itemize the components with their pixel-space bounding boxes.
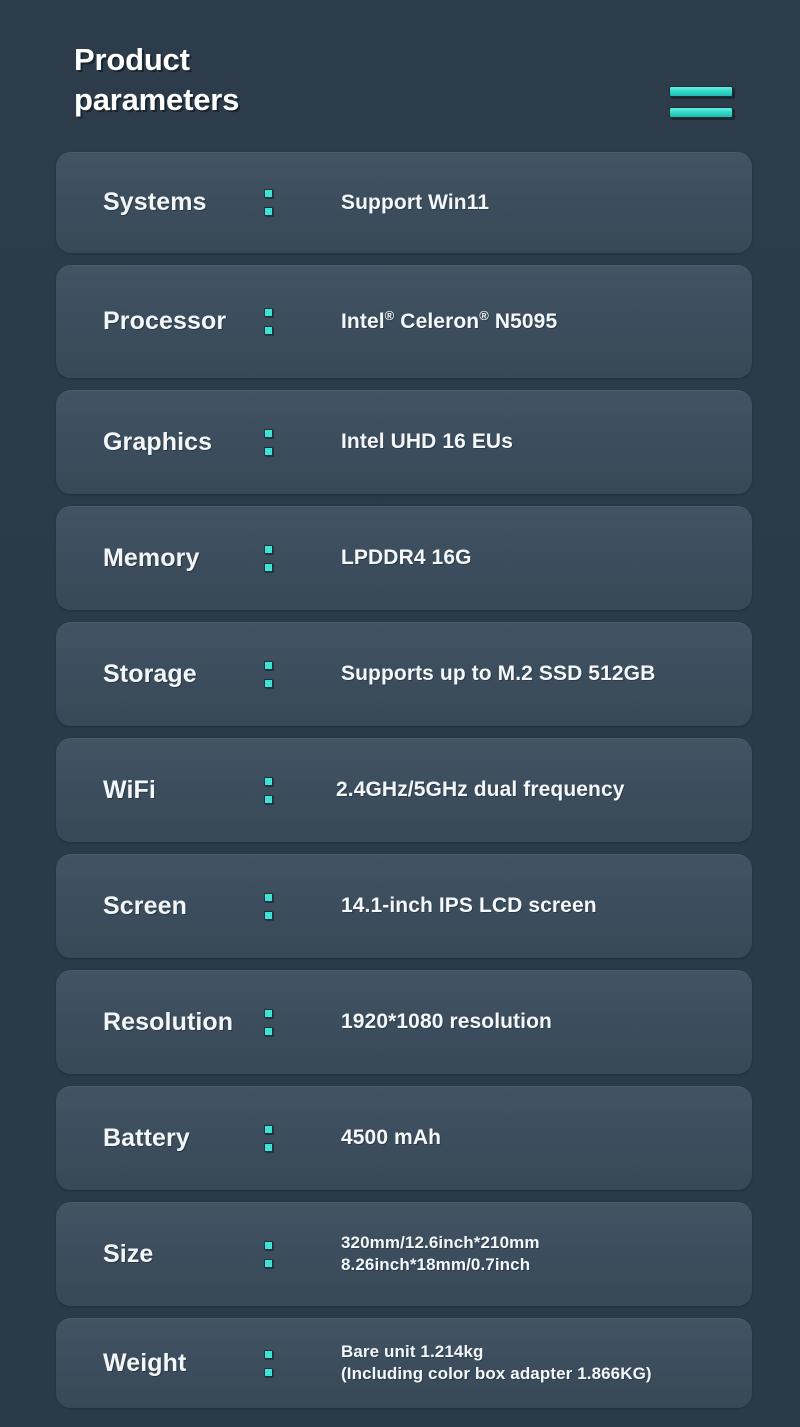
- colon-separator-icon: [264, 660, 273, 688]
- parameter-row: Graphics Intel UHD 16 EUs: [56, 390, 752, 494]
- parameter-value: Intel® Celeron® N5095: [341, 307, 558, 333]
- parameter-value: 320mm/12.6inch*210mm 8.26inch*18mm/0.7in…: [341, 1232, 540, 1274]
- parameter-value: 4500 mAh: [341, 1126, 442, 1150]
- parameter-label: Screen: [103, 891, 187, 920]
- colon-separator-icon: [264, 544, 273, 572]
- colon-dot-bottom: [264, 910, 273, 920]
- parameter-label: Graphics: [103, 427, 213, 456]
- parameter-row: WiFi 2.4GHz/5GHz dual frequency: [56, 738, 752, 842]
- colon-dot-bottom: [264, 207, 273, 216]
- colon-dot-bottom: [264, 1026, 273, 1036]
- colon-dot-bottom: [264, 1367, 273, 1377]
- parameter-row: Storage Supports up to M.2 SSD 512GB: [56, 622, 752, 726]
- parameter-label: Systems: [103, 188, 207, 216]
- parameter-label: Weight: [103, 1348, 187, 1377]
- colon-dot-bottom: [264, 562, 273, 572]
- parameter-label: Memory: [103, 543, 200, 572]
- parameter-value: 14.1-inch IPS LCD screen: [341, 894, 597, 918]
- colon-dot-bottom: [264, 326, 273, 335]
- parameter-row: Systems Support Win11: [56, 152, 752, 253]
- colon-dot-bottom: [264, 794, 273, 804]
- parameter-row: Resolution 1920*1080 resolution: [56, 970, 752, 1074]
- parameter-row: Memory LPDDR4 16G: [56, 506, 752, 610]
- parameter-label: Size: [103, 1239, 154, 1268]
- hamburger-menu-icon[interactable]: [669, 86, 733, 118]
- parameter-label: WiFi: [103, 775, 156, 804]
- colon-dot-bottom: [264, 1258, 273, 1268]
- colon-dot-top: [264, 1240, 273, 1250]
- colon-separator-icon: [264, 892, 273, 920]
- parameter-value: Support Win11: [341, 190, 490, 214]
- parameter-row: Battery 4500 mAh: [56, 1086, 752, 1190]
- colon-separator-icon: [264, 189, 273, 216]
- colon-dot-bottom: [264, 446, 273, 456]
- parameter-value: 2.4GHz/5GHz dual frequency: [336, 778, 625, 802]
- colon-dot-top: [264, 1349, 273, 1359]
- parameter-value: Supports up to M.2 SSD 512GB: [341, 662, 656, 686]
- colon-separator-icon: [264, 428, 273, 456]
- colon-dot-top: [264, 428, 273, 438]
- colon-separator-icon: [264, 776, 273, 804]
- colon-dot-bottom: [264, 1142, 273, 1152]
- parameter-label: Processor: [103, 307, 227, 335]
- colon-dot-top: [264, 544, 273, 554]
- parameter-value: Intel UHD 16 EUs: [341, 430, 513, 454]
- colon-dot-top: [264, 660, 273, 670]
- colon-separator-icon: [264, 1240, 273, 1268]
- parameter-list: Systems Support Win11 Processor Intel® Cele…: [56, 152, 752, 1420]
- parameter-row: Processor Intel® Celeron® N5095: [56, 265, 752, 378]
- colon-dot-bottom: [264, 678, 273, 688]
- colon-dot-top: [264, 892, 273, 902]
- product-parameters-page: Product parameters Systems Support Win11 P…: [0, 0, 800, 1427]
- colon-separator-icon: [264, 1008, 273, 1036]
- page-title: Product parameters: [74, 42, 240, 118]
- menu-bar-top: [669, 86, 733, 97]
- parameter-row: Screen 14.1-inch IPS LCD screen: [56, 854, 752, 958]
- colon-dot-top: [264, 308, 273, 317]
- colon-dot-top: [264, 1124, 273, 1134]
- parameter-row: Weight Bare unit 1.214kg (Including color…: [56, 1318, 752, 1408]
- colon-dot-top: [264, 776, 273, 786]
- page-header: Product parameters: [0, 0, 800, 150]
- colon-dot-top: [264, 189, 273, 198]
- colon-separator-icon: [264, 1124, 273, 1152]
- colon-dot-top: [264, 1008, 273, 1018]
- parameter-label: Resolution: [103, 1007, 234, 1036]
- parameter-value: Bare unit 1.214kg (Including color box a…: [341, 1341, 652, 1383]
- colon-separator-icon: [264, 308, 273, 335]
- parameter-value: 1920*1080 resolution: [341, 1010, 552, 1034]
- menu-bar-bottom: [669, 107, 733, 118]
- colon-separator-icon: [264, 1349, 273, 1377]
- parameter-value: LPDDR4 16G: [341, 546, 472, 570]
- parameter-label: Storage: [103, 659, 197, 688]
- parameter-label: Battery: [103, 1123, 190, 1152]
- parameter-row: Size 320mm/12.6inch*210mm 8.26inch*18mm/0…: [56, 1202, 752, 1306]
